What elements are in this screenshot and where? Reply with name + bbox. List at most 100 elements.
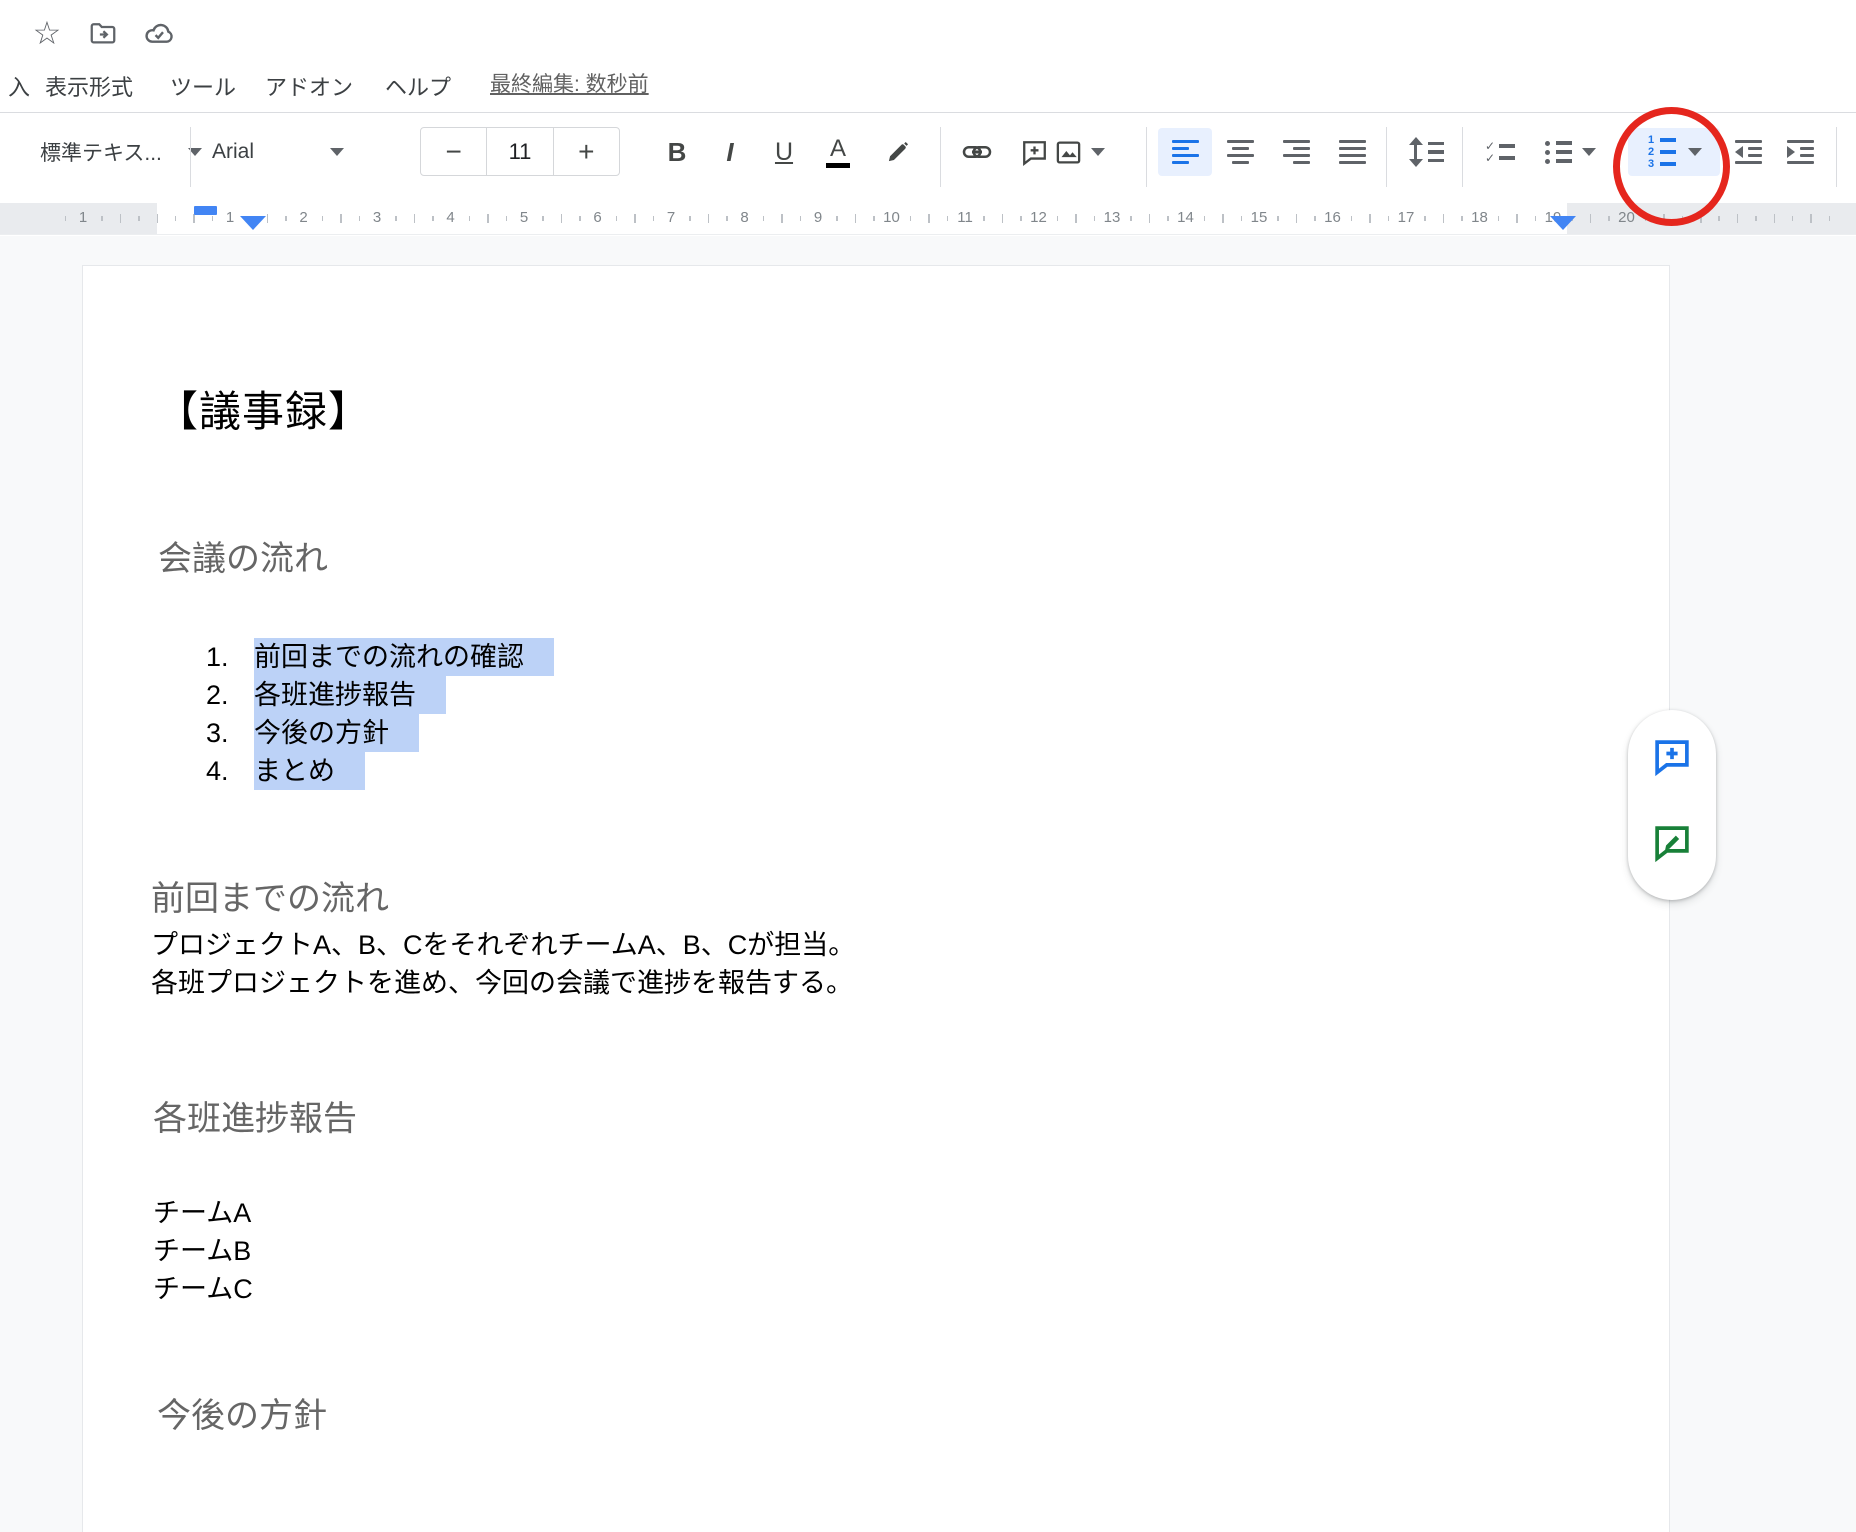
ruler-tick	[1829, 216, 1831, 221]
line-spacing-button[interactable]	[1404, 128, 1448, 176]
font-selector[interactable]: Arial	[212, 128, 344, 176]
star-icon[interactable]: ☆	[30, 16, 64, 50]
left-indent-marker[interactable]	[240, 216, 266, 230]
checklist-button[interactable]: ✓ ✓	[1478, 128, 1522, 176]
increase-indent-button[interactable]	[1778, 128, 1822, 176]
menu-addons[interactable]: アドオン	[265, 70, 353, 102]
chevron-down-icon	[1091, 148, 1105, 156]
increase-font-size-button[interactable]: +	[554, 128, 619, 175]
ruler-tick	[1369, 214, 1371, 223]
list-item: 1. 前回までの流れの確認	[206, 638, 554, 676]
document-page[interactable]: 【議事録】 会議の流れ 1. 前回までの流れの確認 2. 各班進捗報告 3. 今…	[82, 265, 1670, 1532]
ruler-tick	[855, 214, 857, 223]
cloud-saved-icon[interactable]	[142, 16, 176, 50]
chevron-down-icon	[1582, 148, 1596, 156]
paragraph-line: プロジェクトA、B、CをそれぞれチームA、B、Cが担当。	[151, 926, 855, 964]
ruler-tick	[1351, 216, 1353, 221]
ruler-tick	[212, 216, 214, 221]
ruler-tick	[1424, 216, 1426, 221]
add-comment-float-button[interactable]	[1651, 736, 1693, 778]
ruler-tick	[579, 216, 581, 221]
menu-format[interactable]: 表示形式	[45, 70, 133, 102]
ruler-tick	[1296, 214, 1298, 223]
ruler-tick	[1020, 216, 1022, 221]
ruler-tick	[1718, 216, 1720, 221]
align-left-button[interactable]	[1158, 128, 1212, 176]
ruler-tick	[726, 216, 728, 221]
align-right-button[interactable]	[1274, 128, 1318, 176]
ruler-number: 14	[1177, 209, 1194, 226]
ruler-tick	[65, 216, 67, 221]
last-edited-link[interactable]: 最終編集: 数秒前	[490, 68, 649, 98]
checklist-icon: ✓ ✓	[1485, 142, 1515, 162]
ruler-tick	[1167, 216, 1169, 221]
toolbar: 標準テキス... Arial − 11 + B I U A	[0, 113, 1856, 202]
first-line-indent-marker[interactable]	[194, 206, 217, 215]
ruler-number: 8	[740, 209, 748, 226]
text-color-button[interactable]: A	[816, 128, 860, 176]
highlight-color-button[interactable]	[876, 128, 920, 176]
ruler-tick	[947, 216, 949, 221]
paragraph-style-value: 標準テキス...	[40, 137, 162, 167]
toolbar-separator	[940, 127, 941, 187]
menu-bar: 入 表示形式 ツール アドオン ヘルプ 最終編集: 数秒前	[0, 64, 1856, 106]
ruler-tick	[689, 216, 691, 221]
insert-image-icon	[1054, 138, 1083, 167]
ruler-tick	[763, 216, 765, 221]
ruler-number: 20	[1618, 209, 1635, 226]
ruler-tick	[1774, 214, 1776, 223]
insert-link-button[interactable]	[955, 128, 999, 176]
ruler-tick	[322, 216, 324, 221]
menu-tools[interactable]: ツール	[170, 70, 236, 102]
ruler-tick	[1388, 216, 1390, 221]
align-left-icon	[1172, 140, 1199, 165]
justify-icon	[1339, 140, 1366, 165]
ruler-tick	[1204, 216, 1206, 221]
ruler-number: 12	[1030, 209, 1047, 226]
toolbar-separator	[190, 127, 191, 187]
ruler-tick	[157, 214, 159, 223]
doc-title: 【議事録】	[156, 378, 371, 439]
link-icon	[962, 137, 992, 167]
team-line: チームB	[153, 1232, 253, 1270]
team-line: チームA	[153, 1194, 253, 1232]
ruler-tick	[781, 214, 783, 223]
ruler-tick	[487, 214, 489, 223]
ruler-tick	[175, 216, 177, 221]
paragraph-previous: プロジェクトA、B、CをそれぞれチームA、B、Cが担当。 各班プロジェクトを進め…	[151, 926, 855, 1002]
menu-insert-partial[interactable]: 入	[8, 70, 30, 102]
ruler-number: 4	[446, 209, 454, 226]
ruler-tick	[910, 216, 912, 221]
bullet-list-button[interactable]	[1536, 128, 1602, 176]
font-value: Arial	[212, 140, 330, 164]
decrease-indent-button[interactable]	[1726, 128, 1770, 176]
ruler-tick	[1314, 216, 1316, 221]
paragraph-style-selector[interactable]: 標準テキス...	[40, 128, 202, 176]
text-color-swatch	[826, 163, 850, 168]
underline-button[interactable]: U	[762, 128, 806, 176]
menu-help[interactable]: ヘルプ	[385, 70, 451, 102]
suggest-edits-button[interactable]	[1651, 822, 1693, 864]
ruler-tick	[285, 216, 287, 221]
list-item: 4. まとめ	[206, 752, 554, 790]
ruler-tick	[267, 214, 269, 223]
ruler-tick	[1645, 216, 1647, 221]
justify-button[interactable]	[1330, 128, 1374, 176]
highlighter-icon	[884, 138, 912, 166]
numbered-list: 1. 前回までの流れの確認 2. 各班進捗報告 3. 今後の方針 4. まとめ	[206, 638, 554, 790]
ruler-tick	[1461, 216, 1463, 221]
list-item: 3. 今後の方針	[206, 714, 554, 752]
numbered-list-button[interactable]: 1 2 3	[1628, 128, 1720, 176]
ruler-number: 9	[814, 209, 822, 226]
italic-button[interactable]: I	[708, 128, 752, 176]
align-center-button[interactable]	[1218, 128, 1262, 176]
decrease-font-size-button[interactable]: −	[421, 128, 486, 175]
move-folder-icon[interactable]	[86, 16, 120, 50]
ruler-tick	[1792, 216, 1794, 221]
heading-agenda: 会議の流れ	[158, 531, 328, 580]
heading-policy: 今後の方針	[157, 1388, 327, 1437]
insert-image-button[interactable]	[1048, 128, 1111, 176]
font-size-value[interactable]: 11	[486, 128, 553, 175]
right-indent-marker[interactable]	[1550, 216, 1576, 230]
bold-button[interactable]: B	[655, 128, 699, 176]
